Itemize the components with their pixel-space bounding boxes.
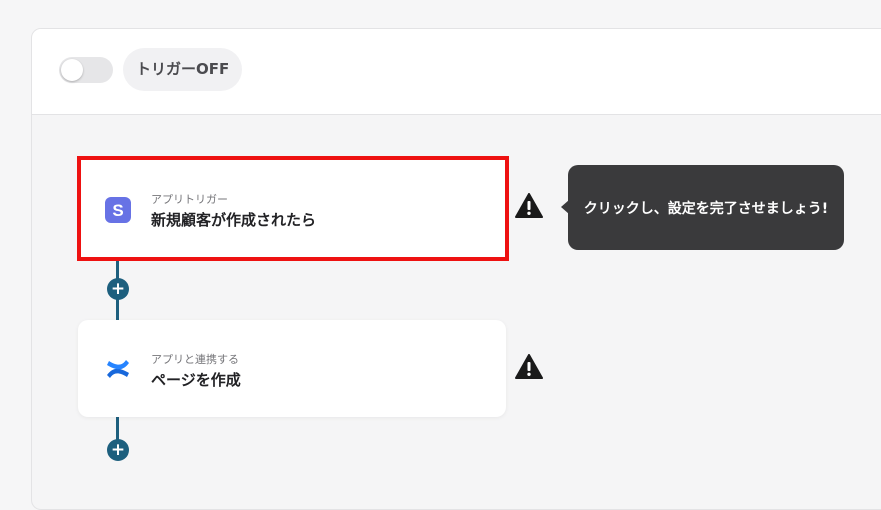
trigger-toggle[interactable]: [59, 57, 113, 83]
trigger-step-card[interactable]: S アプリトリガー 新規顧客が作成されたら: [77, 156, 509, 261]
step-kind-label: アプリトリガー: [151, 193, 228, 206]
action-step-card[interactable]: アプリと連携する ページを作成: [78, 320, 506, 417]
confluence-icon: [107, 360, 129, 378]
step-title: ページを作成: [151, 371, 241, 389]
stripe-icon-letter: S: [112, 201, 123, 220]
warning-icon: [515, 193, 543, 218]
flow-panel: トリガーOFF: [31, 28, 881, 510]
add-step-button[interactable]: +: [107, 439, 129, 461]
tooltip-text: クリックし、設定を完了させましょう!: [583, 200, 829, 217]
trigger-status-badge: トリガーOFF: [123, 48, 243, 91]
toggle-knob: [61, 59, 83, 81]
flow-header: トリガーOFF: [32, 29, 881, 115]
warning-icon: [515, 354, 543, 379]
setup-tooltip: クリックし、設定を完了させましょう!: [561, 165, 844, 250]
stripe-icon: S: [105, 197, 131, 223]
tooltip-arrow: [561, 200, 569, 214]
step-title: 新規顧客が作成されたら: [151, 211, 317, 229]
plus-icon: +: [110, 440, 126, 460]
add-step-button[interactable]: +: [107, 278, 129, 300]
step-kind-label: アプリと連携する: [151, 353, 239, 366]
plus-icon: +: [110, 279, 126, 299]
